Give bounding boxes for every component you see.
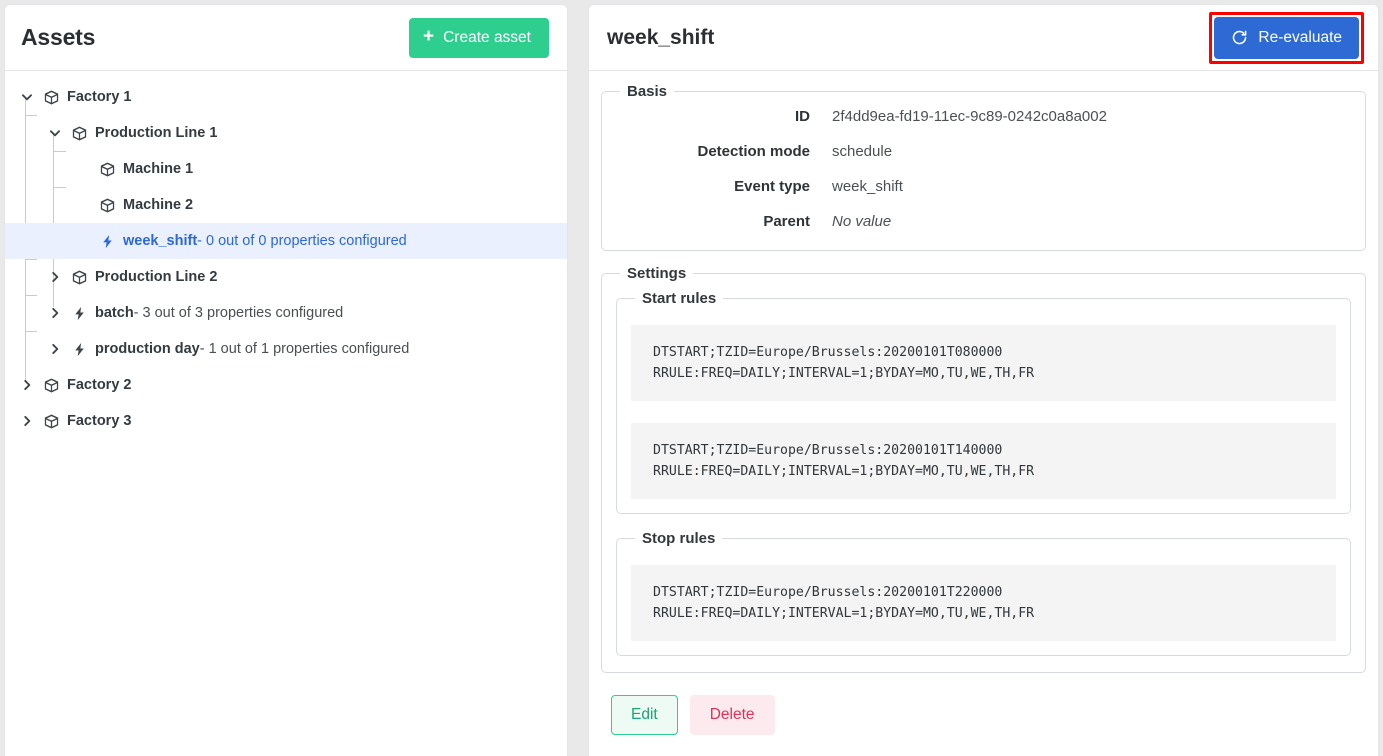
tree-item-label: production day: [95, 341, 200, 357]
reevaluate-button[interactable]: Re-evaluate: [1214, 16, 1359, 59]
cube-icon: [43, 413, 60, 430]
tree-item-label: Factory 2: [67, 377, 132, 393]
cube-icon: [99, 161, 116, 178]
tree-item-label: week_shift: [123, 233, 198, 249]
app-root: Assets + Create asset Factory 1 Producti…: [0, 0, 1383, 756]
chevron-right-icon[interactable]: [19, 413, 35, 429]
stop-rules-section: Stop rules DTSTART;TZID=Europe/Brussels:…: [616, 530, 1351, 656]
basis-value: week_shift: [832, 178, 903, 195]
basis-row: Parent No value: [616, 213, 1351, 230]
cube-icon: [43, 377, 60, 394]
create-asset-button[interactable]: + Create asset: [409, 17, 549, 58]
tree-item-prodline1[interactable]: Production Line 1: [5, 115, 567, 151]
tree-item-week_shift[interactable]: week_shift - 0 out of 0 properties confi…: [5, 223, 567, 259]
tree-chevron-placeholder: [75, 233, 91, 249]
chevron-right-icon[interactable]: [47, 269, 63, 285]
delete-button[interactable]: Delete: [689, 695, 775, 735]
basis-row: ID 2f4dd9ea-fd19-11ec-9c89-0242c0a8a002: [616, 108, 1351, 125]
detail-title: week_shift: [607, 25, 715, 49]
tree-item-batch[interactable]: batch - 3 out of 3 properties configured: [5, 295, 567, 331]
detail-panel: week_shift Re-evaluate Basis ID 2f4dd9ea-…: [588, 4, 1379, 756]
bolt-icon: [99, 233, 116, 250]
tree-item-factory2[interactable]: Factory 2: [5, 367, 567, 403]
assets-panel: Assets + Create asset Factory 1 Producti…: [4, 4, 568, 756]
tree-item-label: batch: [95, 305, 134, 321]
tree-chevron-placeholder: [75, 161, 91, 177]
basis-value: schedule: [832, 143, 893, 160]
basis-row: Detection mode schedule: [616, 143, 1351, 160]
edit-button[interactable]: Edit: [611, 695, 678, 735]
tree-item-sublabel: - 3 out of 3 properties configured: [133, 305, 344, 321]
chevron-down-icon[interactable]: [47, 125, 63, 141]
rule-code-block: DTSTART;TZID=Europe/Brussels:20200101T14…: [631, 423, 1336, 499]
basis-row: Event type week_shift: [616, 178, 1351, 195]
cube-icon: [99, 197, 116, 214]
asset-tree: Factory 1 Production Line 1 Machine 1 Machi…: [5, 71, 567, 439]
basis-label: Event type: [734, 178, 810, 195]
stop-rules-legend: Stop rules: [642, 530, 716, 547]
basis-label: Parent: [763, 213, 810, 230]
cube-icon: [71, 269, 88, 286]
rule-code-block: DTSTART;TZID=Europe/Brussels:20200101T22…: [631, 565, 1336, 641]
bolt-icon: [71, 305, 88, 322]
tree-item-label: Machine 2: [123, 197, 194, 213]
tree-item-sublabel: - 0 out of 0 properties configured: [197, 233, 407, 249]
basis-value: 2f4dd9ea-fd19-11ec-9c89-0242c0a8a002: [832, 108, 1107, 125]
basis-value: No value: [832, 213, 892, 230]
tree-item-factory1[interactable]: Factory 1: [5, 79, 567, 115]
create-asset-label: Create asset: [443, 28, 531, 46]
tree-item-factory3[interactable]: Factory 3: [5, 403, 567, 439]
basis-label: Detection mode: [697, 143, 810, 160]
settings-legend: Settings: [627, 265, 687, 282]
start-rules-section: Start rules DTSTART;TZID=Europe/Brussels…: [616, 290, 1351, 514]
assets-panel-header: Assets + Create asset: [5, 5, 567, 71]
tree-item-label: Production Line 2: [95, 269, 218, 285]
tree-item-label: Production Line 1: [95, 125, 218, 141]
tree-item-label: Factory 1: [67, 89, 132, 105]
tree-chevron-placeholder: [75, 197, 91, 213]
cube-icon: [43, 89, 60, 106]
detail-body: Basis ID 2f4dd9ea-fd19-11ec-9c89-0242c0a8…: [589, 71, 1378, 735]
chevron-right-icon[interactable]: [47, 305, 63, 321]
tree-item-production_day[interactable]: production day - 1 out of 1 properties c…: [5, 331, 567, 367]
cube-icon: [71, 125, 88, 142]
rule-code-block: DTSTART;TZID=Europe/Brussels:20200101T08…: [631, 325, 1336, 401]
refresh-icon: [1231, 29, 1248, 46]
plus-icon: +: [423, 26, 435, 47]
basis-rows: ID 2f4dd9ea-fd19-11ec-9c89-0242c0a8a002 De…: [616, 108, 1351, 230]
chevron-down-icon[interactable]: [19, 89, 35, 105]
reevaluate-highlight: Re-evaluate: [1209, 11, 1364, 64]
start-rules-legend: Start rules: [642, 290, 717, 307]
tree-item-label: Machine 1: [123, 161, 194, 177]
basis-legend: Basis: [627, 83, 668, 100]
chevron-right-icon[interactable]: [19, 377, 35, 393]
basis-label: ID: [795, 108, 810, 125]
start-rule-blocks: DTSTART;TZID=Europe/Brussels:20200101T08…: [631, 325, 1336, 499]
bolt-icon: [71, 341, 88, 358]
tree-item-machine2[interactable]: Machine 2: [5, 187, 567, 223]
page-title: Assets: [21, 24, 96, 50]
reevaluate-label: Re-evaluate: [1258, 28, 1342, 46]
stop-rule-blocks: DTSTART;TZID=Europe/Brussels:20200101T22…: [631, 565, 1336, 641]
tree-item-machine1[interactable]: Machine 1: [5, 151, 567, 187]
detail-panel-header: week_shift Re-evaluate: [589, 5, 1378, 71]
settings-section: Settings Start rules DTSTART;TZID=Europe…: [601, 265, 1366, 673]
tree-item-label: Factory 3: [67, 413, 132, 429]
tree-item-prodline2[interactable]: Production Line 2: [5, 259, 567, 295]
tree-item-sublabel: - 1 out of 1 properties configured: [199, 341, 410, 357]
basis-section: Basis ID 2f4dd9ea-fd19-11ec-9c89-0242c0a8…: [601, 83, 1366, 251]
chevron-right-icon[interactable]: [47, 341, 63, 357]
detail-actions: Edit Delete: [601, 687, 1366, 735]
